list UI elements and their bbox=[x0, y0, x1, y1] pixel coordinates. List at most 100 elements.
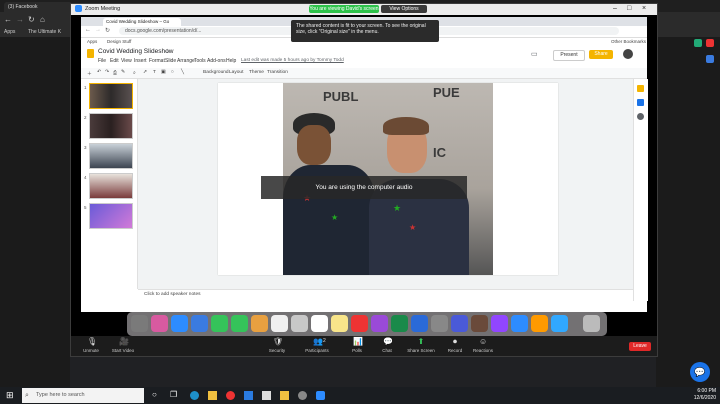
background-button[interactable]: Background bbox=[203, 70, 229, 75]
desktop-icon-red[interactable] bbox=[706, 39, 714, 47]
desktop-icon-green[interactable] bbox=[694, 39, 702, 47]
speaker-notes[interactable]: Click to add speaker notes bbox=[138, 289, 633, 302]
reload-icon[interactable]: ↻ bbox=[28, 15, 35, 24]
reactions-button[interactable]: ☺ Reactions bbox=[463, 338, 503, 354]
shared-tab-slides[interactable]: Covid Wedding Slideshow – Go bbox=[103, 18, 181, 26]
menu-edit[interactable]: Edit bbox=[110, 58, 119, 64]
chrome-taskbar-icon[interactable] bbox=[226, 391, 235, 400]
desktop-icon-blue[interactable] bbox=[706, 55, 714, 63]
edge-icon[interactable] bbox=[190, 391, 199, 400]
slide-thumbnail[interactable]: 1 bbox=[84, 83, 133, 109]
menu-file[interactable]: File bbox=[98, 58, 106, 64]
start-video-button[interactable]: 🎥 Start Video bbox=[103, 338, 143, 354]
menu-addons[interactable]: Add-ons bbox=[207, 58, 226, 64]
paint-format-icon[interactable]: ✎ bbox=[121, 70, 125, 75]
shape-icon[interactable]: ○ bbox=[171, 70, 174, 75]
taskbar-search-input[interactable]: ⌕ Type here to search bbox=[22, 388, 144, 403]
tasks-icon[interactable] bbox=[637, 99, 644, 106]
select-icon[interactable]: ➚ bbox=[143, 70, 147, 75]
zoom-icon[interactable]: ⌕ bbox=[133, 70, 136, 76]
shared-bookmark-apps[interactable]: Apps bbox=[87, 39, 97, 44]
avatar[interactable] bbox=[623, 49, 633, 59]
zoom-dock-icon[interactable] bbox=[511, 315, 528, 332]
launchpad-icon[interactable] bbox=[151, 315, 168, 332]
chrome-icon[interactable] bbox=[271, 315, 288, 332]
finder-icon[interactable] bbox=[131, 315, 148, 332]
slides-logo-icon[interactable] bbox=[87, 49, 94, 58]
windows-start-icon[interactable]: ⊞ bbox=[6, 390, 14, 401]
maximize-icon[interactable]: □ bbox=[627, 5, 631, 12]
app-icon[interactable] bbox=[471, 315, 488, 332]
trash-icon[interactable] bbox=[583, 315, 600, 332]
twitch-icon[interactable] bbox=[491, 315, 508, 332]
app-taskbar-icon[interactable] bbox=[298, 391, 307, 400]
photoshop-icon[interactable] bbox=[551, 315, 568, 332]
folder-icon[interactable] bbox=[280, 391, 289, 400]
star-icon[interactable]: ☆ bbox=[165, 48, 170, 55]
forward-arrow-icon[interactable]: → bbox=[95, 27, 101, 33]
home-icon[interactable]: ⌂ bbox=[40, 15, 45, 24]
redo-icon[interactable]: ↷ bbox=[105, 70, 109, 75]
clock-time[interactable]: 6:00 PM bbox=[686, 388, 716, 394]
mail-icon[interactable] bbox=[191, 315, 208, 332]
shared-bookmark-design[interactable]: Design Stuff bbox=[107, 39, 131, 44]
textbox-icon[interactable]: T bbox=[153, 70, 156, 75]
transition-button[interactable]: Transition bbox=[267, 70, 288, 75]
clock-date[interactable]: 12/6/2020 bbox=[686, 395, 716, 401]
menu-view[interactable]: View bbox=[121, 58, 132, 64]
illustrator-icon[interactable] bbox=[531, 315, 548, 332]
layout-button[interactable]: Layout bbox=[229, 70, 243, 75]
slide-thumbnail[interactable]: 4 bbox=[84, 173, 133, 199]
forward-arrow-icon[interactable]: → bbox=[16, 15, 24, 24]
slide-thumbnail[interactable]: 5 bbox=[84, 203, 133, 229]
document-title[interactable]: Covid Wedding Slideshow bbox=[98, 48, 173, 55]
image-icon[interactable]: ▣ bbox=[161, 70, 166, 75]
host-tab-facebook[interactable]: (3) Facebook bbox=[4, 2, 72, 12]
last-edit-link[interactable]: Last edit was made 5 hours ago by Tommy … bbox=[241, 58, 344, 63]
slide-thumbnail[interactable]: 2 bbox=[84, 113, 133, 139]
share-button[interactable]: Share bbox=[589, 50, 613, 59]
numbers-icon[interactable] bbox=[391, 315, 408, 332]
menu-insert[interactable]: Insert bbox=[134, 58, 147, 64]
file-explorer-icon[interactable] bbox=[208, 391, 217, 400]
undo-icon[interactable]: ↶ bbox=[97, 70, 101, 75]
photos-icon[interactable] bbox=[251, 315, 268, 332]
settings-icon[interactable] bbox=[431, 315, 448, 332]
close-icon[interactable]: × bbox=[642, 5, 646, 12]
notes-icon[interactable] bbox=[331, 315, 348, 332]
add-slide-icon[interactable]: ＋ bbox=[87, 70, 92, 77]
back-arrow-icon[interactable]: ← bbox=[85, 27, 91, 33]
bookmark-ultimate[interactable]: The Ultimate K bbox=[28, 29, 61, 35]
present-button[interactable]: Present bbox=[553, 50, 585, 61]
facetime-icon[interactable] bbox=[211, 315, 228, 332]
leave-button[interactable]: Leave bbox=[629, 342, 651, 351]
task-view-icon[interactable]: ❐ bbox=[170, 390, 177, 399]
bookmark-apps[interactable]: Apps bbox=[4, 29, 15, 35]
menu-arrange[interactable]: Arrange bbox=[177, 58, 195, 64]
back-arrow-icon[interactable]: ← bbox=[4, 15, 12, 24]
menu-tools[interactable]: Tools bbox=[194, 58, 206, 64]
keep-icon[interactable] bbox=[637, 85, 644, 92]
line-icon[interactable]: ╲ bbox=[181, 70, 184, 75]
menu-format[interactable]: Format bbox=[149, 58, 165, 64]
contacts-icon[interactable] bbox=[291, 315, 308, 332]
music-icon[interactable] bbox=[351, 315, 368, 332]
theme-button[interactable]: Theme bbox=[249, 70, 264, 75]
menu-help[interactable]: Help bbox=[226, 58, 236, 64]
cortana-icon[interactable]: ○ bbox=[152, 390, 157, 399]
security-button[interactable]: 🛡 Security bbox=[257, 338, 297, 354]
print-icon[interactable]: ⎙ bbox=[113, 70, 117, 76]
app-icon[interactable] bbox=[451, 315, 468, 332]
zoom-taskbar-icon[interactable] bbox=[316, 391, 325, 400]
menu-slide[interactable]: Slide bbox=[165, 58, 176, 64]
participants-button[interactable]: 👥 Participants bbox=[297, 338, 337, 354]
comment-icon[interactable]: ▭ bbox=[531, 50, 538, 58]
calendar-icon[interactable] bbox=[637, 113, 644, 120]
app-taskbar-icon[interactable] bbox=[262, 391, 271, 400]
reload-icon[interactable]: ↻ bbox=[105, 27, 110, 34]
chat-bubble-icon[interactable]: 💬 bbox=[690, 362, 710, 382]
app-store-icon[interactable] bbox=[411, 315, 428, 332]
safari-icon[interactable] bbox=[171, 315, 188, 332]
minimize-icon[interactable]: – bbox=[613, 5, 617, 12]
store-icon[interactable] bbox=[244, 391, 253, 400]
